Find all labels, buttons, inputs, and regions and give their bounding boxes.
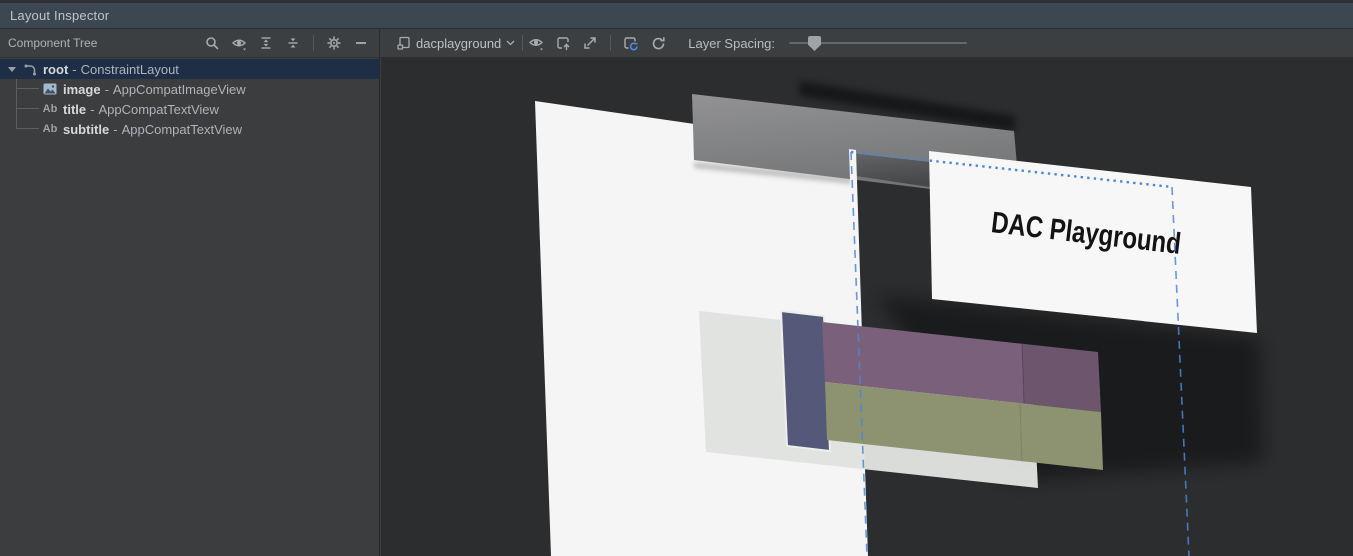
tool-window-title: Layout Inspector	[10, 8, 109, 23]
viewport-toolbar: dacplayground	[380, 29, 1353, 58]
chevron-expanded-icon[interactable]	[8, 67, 16, 72]
component-tree-panel: root - ConstraintLayout image - AppCompa…	[0, 58, 380, 556]
view-options-eye-icon[interactable]	[526, 33, 546, 53]
tree-node-root[interactable]: root - ConstraintLayout	[0, 59, 379, 79]
title-bar-shaded-section	[1022, 344, 1101, 412]
node-type: AppCompatTextView	[122, 122, 242, 137]
component-tree-toolbar: Component Tree	[0, 29, 380, 58]
search-icon[interactable]	[202, 33, 222, 53]
process-device-icon	[396, 35, 411, 51]
collapse-all-icon[interactable]	[283, 33, 303, 53]
process-name: dacplayground	[416, 36, 501, 51]
tool-window-header: Layout Inspector	[0, 3, 1353, 29]
pop-out-icon[interactable]	[580, 33, 600, 53]
toolbar-row: Component Tree	[0, 29, 1353, 58]
visibility-options-icon[interactable]	[229, 33, 249, 53]
tree-node-image[interactable]: image - AppCompatImageView	[0, 79, 379, 99]
refresh-icon[interactable]	[648, 33, 668, 53]
tree-node-subtitle[interactable]: Ab subtitle - AppCompatTextView	[0, 119, 379, 139]
node-separator: -	[105, 82, 109, 97]
image-view-icon	[42, 81, 58, 97]
component-tree-actions	[202, 33, 371, 53]
node-type: AppCompatImageView	[113, 82, 246, 97]
component-tree: root - ConstraintLayout image - AppCompa…	[0, 58, 379, 139]
viewport-actions	[526, 33, 668, 53]
node-type: AppCompatTextView	[98, 102, 218, 117]
process-selector[interactable]: dacplayground	[392, 33, 519, 53]
slider-thumb[interactable]	[808, 36, 821, 51]
node-name: root	[43, 62, 68, 77]
node-separator: -	[113, 122, 117, 137]
hide-panel-icon[interactable]	[351, 33, 371, 53]
layer-3d-viewport[interactable]: DAC Playground	[381, 58, 1353, 556]
chevron-down-icon	[506, 40, 515, 46]
node-name: subtitle	[63, 122, 109, 137]
layer-spacing-slider[interactable]	[789, 35, 967, 51]
component-tree-title: Component Tree	[8, 36, 202, 50]
text-view-icon: Ab	[42, 121, 58, 137]
toolbar-separator	[313, 35, 314, 51]
node-type: ConstraintLayout	[81, 62, 179, 77]
node-name: image	[63, 82, 101, 97]
tree-node-title[interactable]: Ab title - AppCompatTextView	[0, 99, 379, 119]
text-view-icon: Ab	[42, 101, 58, 117]
node-separator: -	[90, 102, 94, 117]
constraint-layout-icon	[22, 61, 38, 77]
node-name: title	[63, 102, 86, 117]
expand-all-icon[interactable]	[256, 33, 276, 53]
toolbar-separator	[610, 35, 611, 51]
live-updates-icon[interactable]	[621, 33, 641, 53]
node-separator: -	[72, 62, 76, 77]
layer-scene: DAC Playground	[381, 58, 1353, 556]
export-snapshot-icon[interactable]	[553, 33, 573, 53]
settings-gear-icon[interactable]	[324, 33, 344, 53]
layout-inspector-window: Layout Inspector Component Tree	[0, 0, 1353, 556]
toolbar-separator	[522, 35, 523, 51]
layer-spacing-label: Layer Spacing:	[688, 36, 775, 51]
